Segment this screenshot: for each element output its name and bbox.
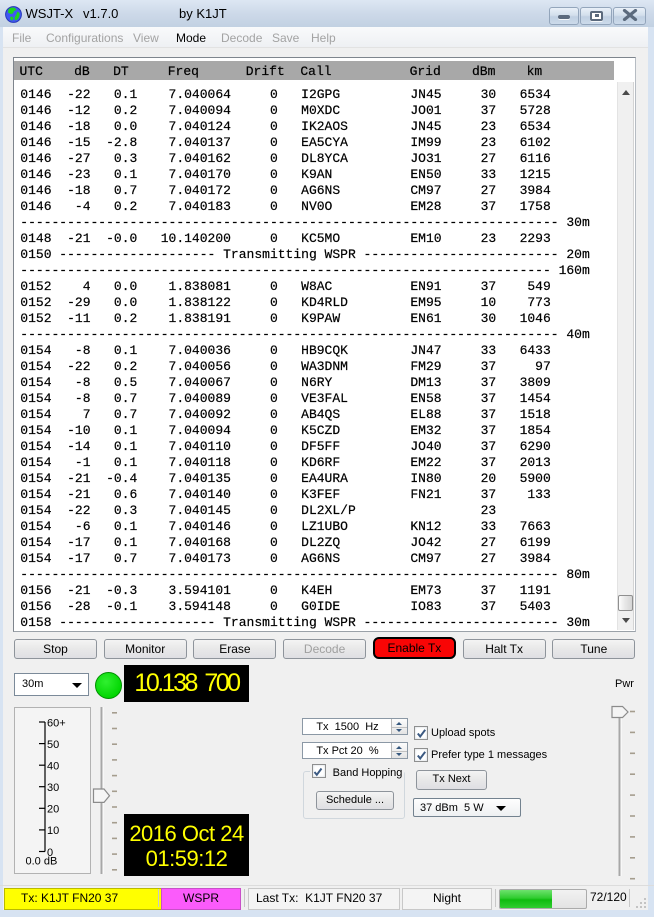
svg-text:30: 30 xyxy=(47,782,59,794)
svg-text:10: 10 xyxy=(47,825,59,837)
svg-text:50: 50 xyxy=(47,739,59,751)
svg-text:0.0 dB: 0.0 dB xyxy=(26,856,58,868)
svg-text:60+: 60+ xyxy=(47,718,66,730)
svg-text:40: 40 xyxy=(47,761,59,773)
svg-text:20: 20 xyxy=(47,804,59,816)
